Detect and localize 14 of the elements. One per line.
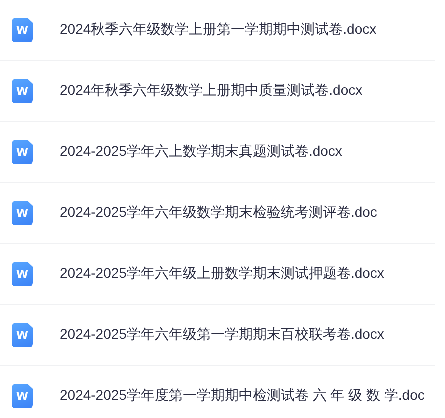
file-name[interactable]: 2024-2025学年六年级数学期末检验统考测评卷.doc <box>60 204 378 222</box>
word-file-icon: W <box>12 384 33 408</box>
word-file-icon: W <box>12 140 33 164</box>
word-file-icon: W <box>12 18 33 42</box>
file-name[interactable]: 2024秋季六年级数学上册第一学期期中测试卷.docx <box>60 21 377 39</box>
file-name[interactable]: 2024-2025学年度第一学期期中检测试卷 六 年 级 数 学.doc <box>60 387 425 405</box>
file-name[interactable]: 2024-2025学年六年级上册数学期末测试押题卷.docx <box>60 265 384 283</box>
word-file-icon: W <box>12 322 33 348</box>
word-file-icon: W <box>12 262 33 286</box>
file-name[interactable]: 2024-2025学年六年级第一学期期末百校联考卷.docx <box>60 326 384 344</box>
file-name[interactable]: 2024年秋季六年级数学上册期中质量测试卷.docx <box>60 82 363 100</box>
word-file-icon: W <box>12 78 33 104</box>
word-file-icon: W <box>12 200 33 226</box>
file-name[interactable]: 2024-2025学年六上数学期末真题测试卷.docx <box>60 143 342 161</box>
